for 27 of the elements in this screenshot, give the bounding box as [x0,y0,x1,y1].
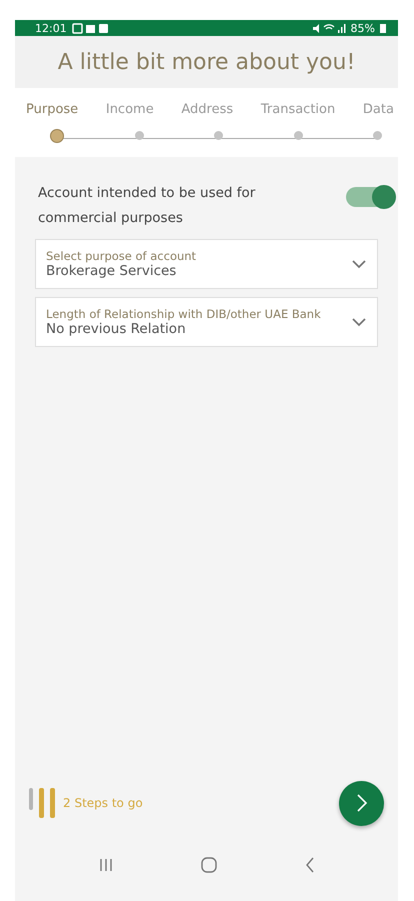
field-value: Brokerage Services [46,263,178,279]
step-tab[interactable]: Purpose [26,102,78,117]
field-label: Select purpose of account [46,249,196,263]
dropdown-field[interactable]: Length of Relationship with DIB/other UAE Bank No previous Relation [35,297,378,347]
toggle-label: Account intended to be used for commercial purposes [38,184,256,228]
commercial-toggle[interactable] [346,187,394,207]
chevron-down-icon [351,259,367,269]
status-time: 12:01 [35,22,67,34]
field-value: No previous Relation [46,321,187,337]
step-tab[interactable]: Address [181,102,234,117]
recents-icon[interactable] [98,858,114,872]
next-button[interactable] [339,780,384,826]
battery-level: 85% [350,22,375,34]
field-label: Length of Relationship with DIB/other UAE Bank [46,307,321,321]
steps-left: 2 Steps to go [63,796,143,810]
page-title: A little bit more about you! [58,50,356,74]
home-icon[interactable] [200,856,218,874]
step-tab[interactable]: Data [362,102,394,117]
step-tab[interactable]: Transaction [260,102,336,117]
step-tab[interactable]: Income [106,102,154,117]
signal-icons [312,22,346,34]
back-icon[interactable] [304,857,315,873]
chevron-right-icon [356,793,368,813]
battery-icon [380,23,386,33]
dropdown-field[interactable]: Select purpose of account Brokerage Services [35,239,378,289]
notification-icons [72,22,110,34]
chevron-down-icon [351,317,367,327]
